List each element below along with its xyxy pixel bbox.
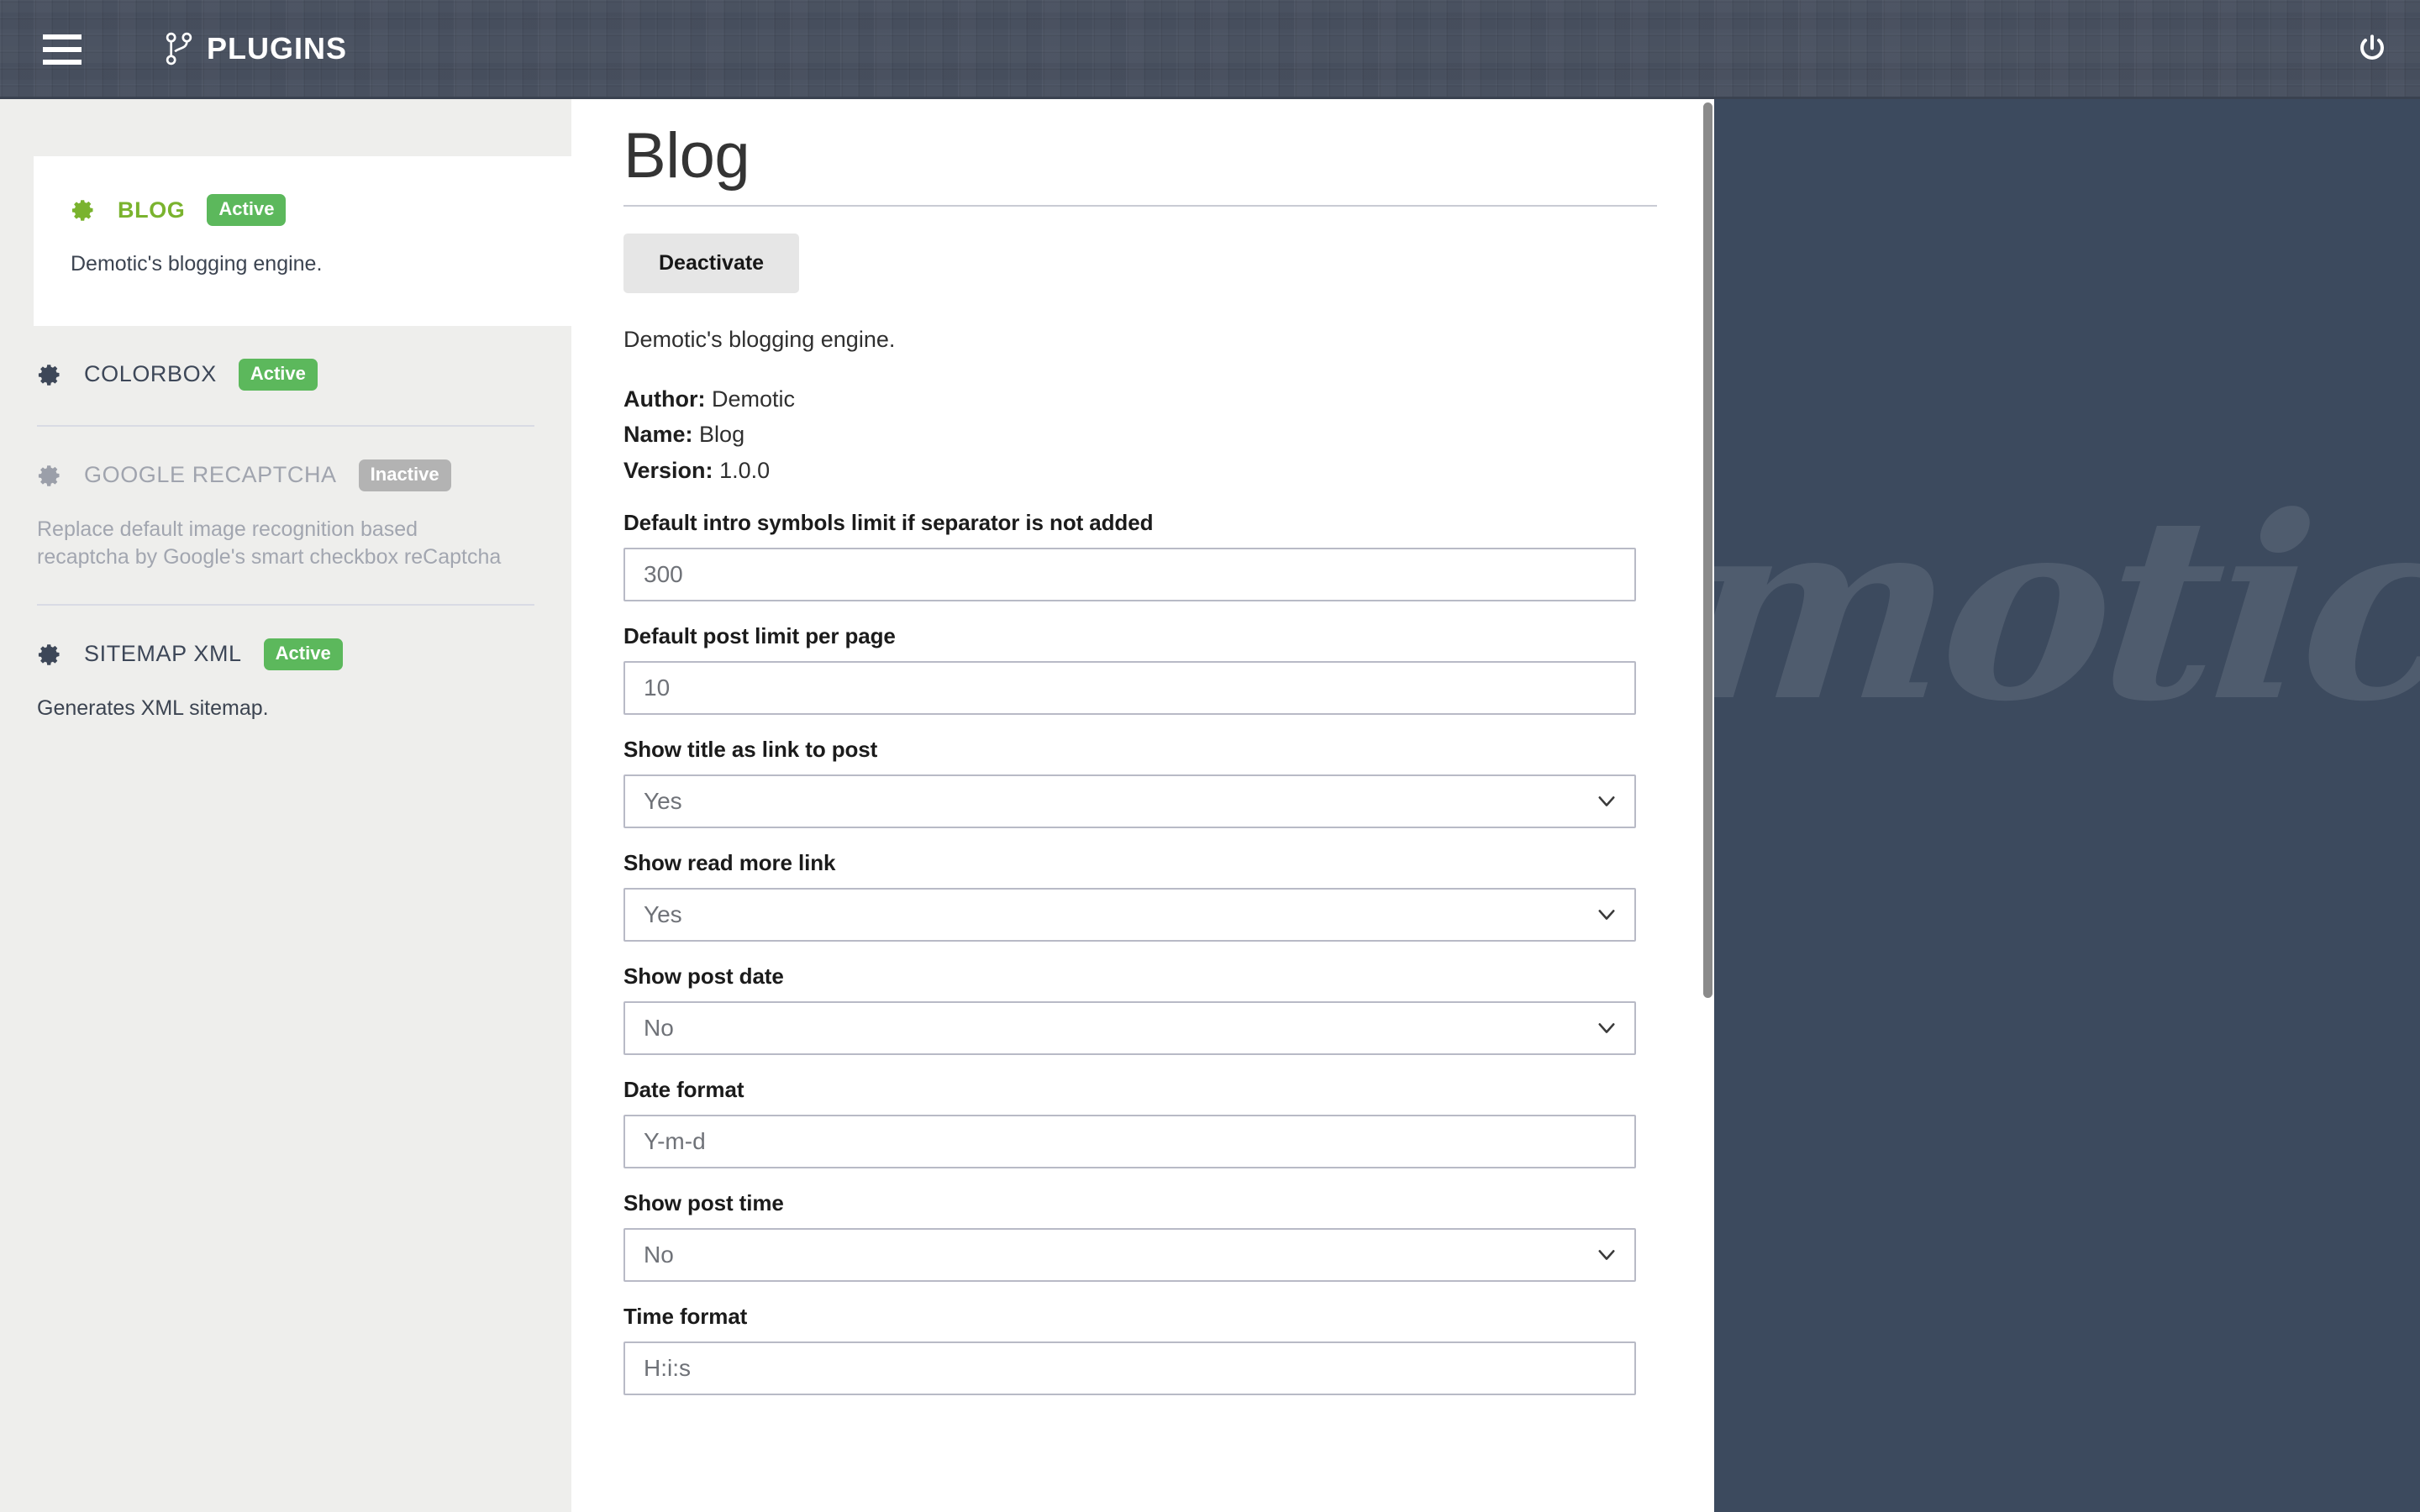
meta-row-author: Author: Demotic xyxy=(623,381,1657,417)
brand-title: PLUGINS xyxy=(207,31,348,66)
plugin-detail-panel: Blog Deactivate Demotic's blogging engin… xyxy=(571,99,1714,1512)
form-field: Default post limit per page 10 xyxy=(623,623,1657,716)
plugin-list-item-name: SITEMAP XML xyxy=(84,641,242,666)
plugin-list-sidebar: BLOG Active Demotic's blogging engine. COLO… xyxy=(0,99,571,1512)
field-value: Yes xyxy=(644,788,682,815)
power-glyph xyxy=(2360,34,2384,60)
field-label: Show read more link xyxy=(623,850,836,876)
meta-value-version: 1.0.0 xyxy=(719,457,771,483)
field-value: No xyxy=(644,1015,674,1042)
plugin-list-item[interactable]: COLORBOX Active xyxy=(0,326,571,427)
field-label: Show post time xyxy=(623,1190,784,1216)
status-badge: Active xyxy=(238,358,318,391)
hamburger-icon[interactable] xyxy=(43,30,82,69)
gear-icon xyxy=(71,200,93,221)
text-input[interactable]: Y-m-d xyxy=(623,1115,1636,1169)
field-label: Date format xyxy=(623,1077,744,1103)
select-control[interactable]: No xyxy=(623,1001,1636,1056)
plugin-list-item-name: GOOGLE RECAPTCHA xyxy=(84,462,337,487)
select-control[interactable]: Yes xyxy=(623,774,1636,829)
hamburger-bar xyxy=(43,60,82,65)
plugin-list-item[interactable]: SITEMAP XML Active Generates XML sitemap. xyxy=(0,606,571,757)
select-control[interactable]: No xyxy=(623,1228,1636,1283)
meta-row-version: Version: 1.0.0 xyxy=(623,453,1657,488)
meta-label-name: Name: xyxy=(623,422,693,448)
meta-label-author: Author: xyxy=(623,386,706,412)
field-label: Show post date xyxy=(623,963,784,990)
deactivate-button[interactable]: Deactivate xyxy=(623,233,800,293)
form-field: Date format Y-m-d xyxy=(623,1077,1657,1169)
field-value: No xyxy=(644,1242,674,1268)
hamburger-bar xyxy=(43,47,82,52)
select-control[interactable]: Yes xyxy=(623,888,1636,942)
status-badge: Active xyxy=(263,638,343,670)
app-surface: BLOG Active Demotic's blogging engine. COLO… xyxy=(0,99,1714,1512)
plugin-list-item[interactable]: GOOGLE RECAPTCHA Inactive Replace default … xyxy=(0,427,571,606)
plugin-list-item-name: COLORBOX xyxy=(84,361,217,386)
plugin-list-item-header: BLOG Active xyxy=(71,192,534,228)
field-value: H:i:s xyxy=(644,1355,691,1382)
status-badge: Active xyxy=(207,194,287,226)
plugin-list-item-header: GOOGLE RECAPTCHA Inactive xyxy=(37,457,534,494)
power-icon[interactable] xyxy=(2353,30,2391,69)
gear-icon xyxy=(38,465,60,486)
brand-link[interactable]: PLUGINS xyxy=(165,22,347,76)
plugin-list-item-header: SITEMAP XML Active xyxy=(37,636,534,673)
meta-row-name: Name: Blog xyxy=(623,417,1657,452)
meta-value-name: Blog xyxy=(699,422,745,448)
field-label: Default post limit per page xyxy=(623,623,896,649)
field-label: Show title as link to post xyxy=(623,737,878,763)
chevron-down-icon xyxy=(1598,796,1615,806)
form-field: Show read more link Yes xyxy=(623,850,1657,942)
status-badge: Inactive xyxy=(358,459,451,491)
plugin-list-item-description: Demotic's blogging engine. xyxy=(71,252,323,276)
plugin-meta: Author: Demotic Name: Blog Version: 1.0.… xyxy=(623,381,1657,488)
meta-value-author: Demotic xyxy=(711,386,796,412)
plugin-list-item-description: Generates XML sitemap. xyxy=(37,696,269,720)
form-field: Show title as link to post Yes xyxy=(623,737,1657,829)
meta-label-version: Version: xyxy=(623,457,713,483)
settings-form: Default intro symbols limit if separator… xyxy=(623,510,1657,1396)
text-input[interactable]: 10 xyxy=(623,661,1636,716)
chevron-down-icon xyxy=(1598,910,1615,920)
app-header: PLUGINS xyxy=(0,0,2420,99)
text-input[interactable]: 300 xyxy=(623,548,1636,602)
gear-icon xyxy=(38,364,60,386)
plugin-list-item-header: COLORBOX Active xyxy=(37,356,534,393)
text-input[interactable]: H:i:s xyxy=(623,1341,1636,1396)
plugin-list-item[interactable]: BLOG Active Demotic's blogging engine. xyxy=(34,156,571,326)
field-label: Time format xyxy=(623,1304,748,1330)
plugin-list-item-description: Replace default image recognition based … xyxy=(37,517,502,570)
form-field: Show post date No xyxy=(623,963,1657,1056)
header-tile-pattern xyxy=(0,0,2420,97)
chevron-down-icon xyxy=(1598,1250,1615,1260)
gear-icon xyxy=(38,643,60,665)
field-value: 10 xyxy=(644,675,671,701)
field-value: 300 xyxy=(644,561,683,588)
form-field: Time format H:i:s xyxy=(623,1304,1657,1396)
code-branch-icon xyxy=(166,32,192,66)
vertical-scrollbar-thumb[interactable] xyxy=(1703,102,1712,998)
page-title: Blog xyxy=(623,99,1657,207)
hamburger-bar xyxy=(43,34,82,39)
field-label: Default intro symbols limit if separator… xyxy=(623,510,1154,536)
page-backdrop: Demotic xyxy=(1714,99,2420,1512)
form-field: Show post time No xyxy=(623,1190,1657,1283)
plugin-list-item-name: BLOG xyxy=(118,197,186,223)
field-value: Yes xyxy=(644,901,682,928)
form-field: Default intro symbols limit if separator… xyxy=(623,510,1657,602)
field-value: Y-m-d xyxy=(644,1128,706,1155)
chevron-down-icon xyxy=(1598,1023,1615,1033)
plugin-summary-text: Demotic's blogging engine. xyxy=(623,326,896,352)
demotic-watermark: Demotic xyxy=(1714,460,2420,757)
